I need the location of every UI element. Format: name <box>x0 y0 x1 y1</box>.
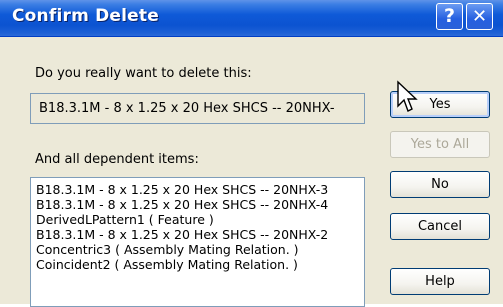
mouse-pointer-icon <box>397 80 418 112</box>
cancel-button[interactable]: Cancel <box>390 213 490 240</box>
help-button[interactable]: Help <box>390 268 490 295</box>
title-bar[interactable]: Confirm Delete ? ✕ <box>0 0 503 37</box>
window-title: Confirm Delete <box>12 6 159 26</box>
no-button[interactable]: No <box>390 171 490 198</box>
confirm-delete-dialog: Confirm Delete ? ✕ Do you really want to… <box>0 0 503 307</box>
close-icon[interactable]: ✕ <box>466 3 493 30</box>
yes-to-all-button[interactable]: Yes to All <box>390 131 490 158</box>
list-item[interactable]: B18.3.1M - 8 x 1.25 x 20 Hex SHCS -- 20N… <box>36 227 364 242</box>
dependent-items-list[interactable]: B18.3.1M - 8 x 1.25 x 20 Hex SHCS -- 20N… <box>30 177 365 307</box>
help-icon[interactable]: ? <box>436 3 463 30</box>
list-item[interactable]: Concentric3 ( Assembly Mating Relation. … <box>36 242 364 257</box>
dependent-items-label: And all dependent items: <box>35 152 199 167</box>
list-item[interactable]: B18.3.1M - 8 x 1.25 x 20 Hex SHCS -- 20N… <box>36 182 364 197</box>
delete-question-label: Do you really want to delete this: <box>35 66 252 81</box>
list-item[interactable]: B18.3.1M - 8 x 1.25 x 20 Hex SHCS -- 20N… <box>36 197 364 212</box>
list-item[interactable]: DerivedLPattern1 ( Feature ) <box>36 212 364 227</box>
list-item[interactable]: Coincident2 ( Assembly Mating Relation. … <box>36 257 364 272</box>
item-to-delete-field: B18.3.1M - 8 x 1.25 x 20 Hex SHCS -- 20N… <box>30 93 365 124</box>
